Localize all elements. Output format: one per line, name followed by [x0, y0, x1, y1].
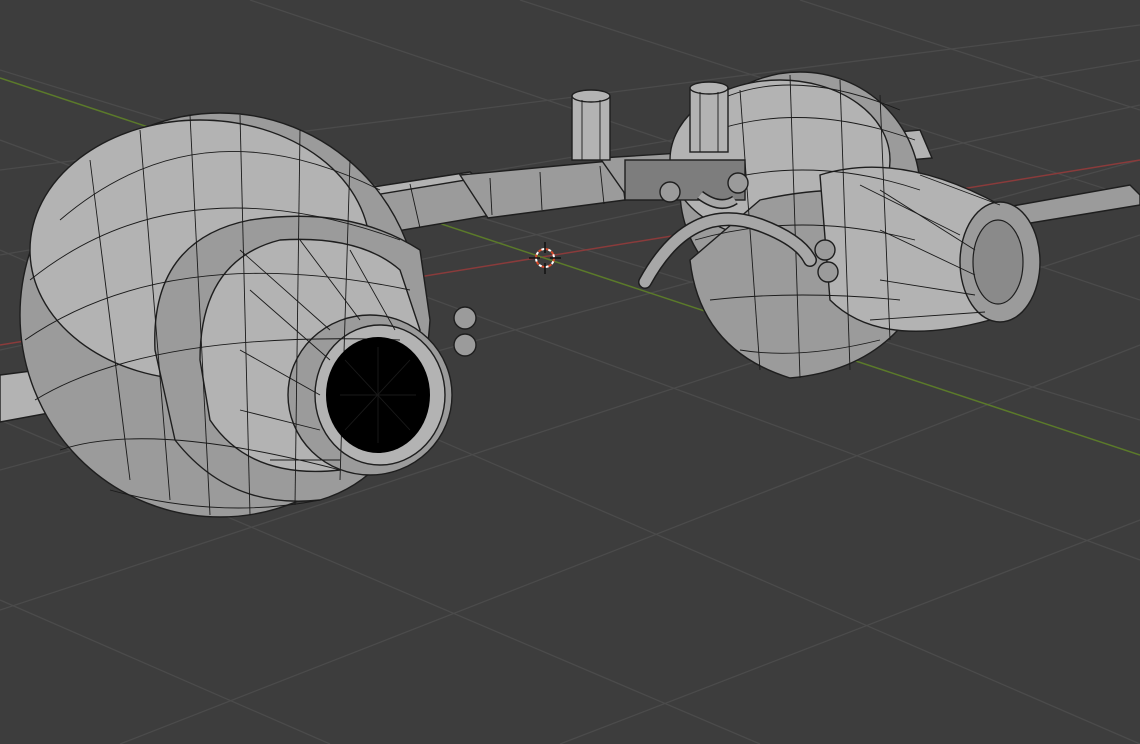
viewport-scene[interactable]: [0, 0, 1140, 744]
3d-viewport[interactable]: [0, 0, 1140, 744]
left-turbine-engine[interactable]: [19, 112, 453, 518]
